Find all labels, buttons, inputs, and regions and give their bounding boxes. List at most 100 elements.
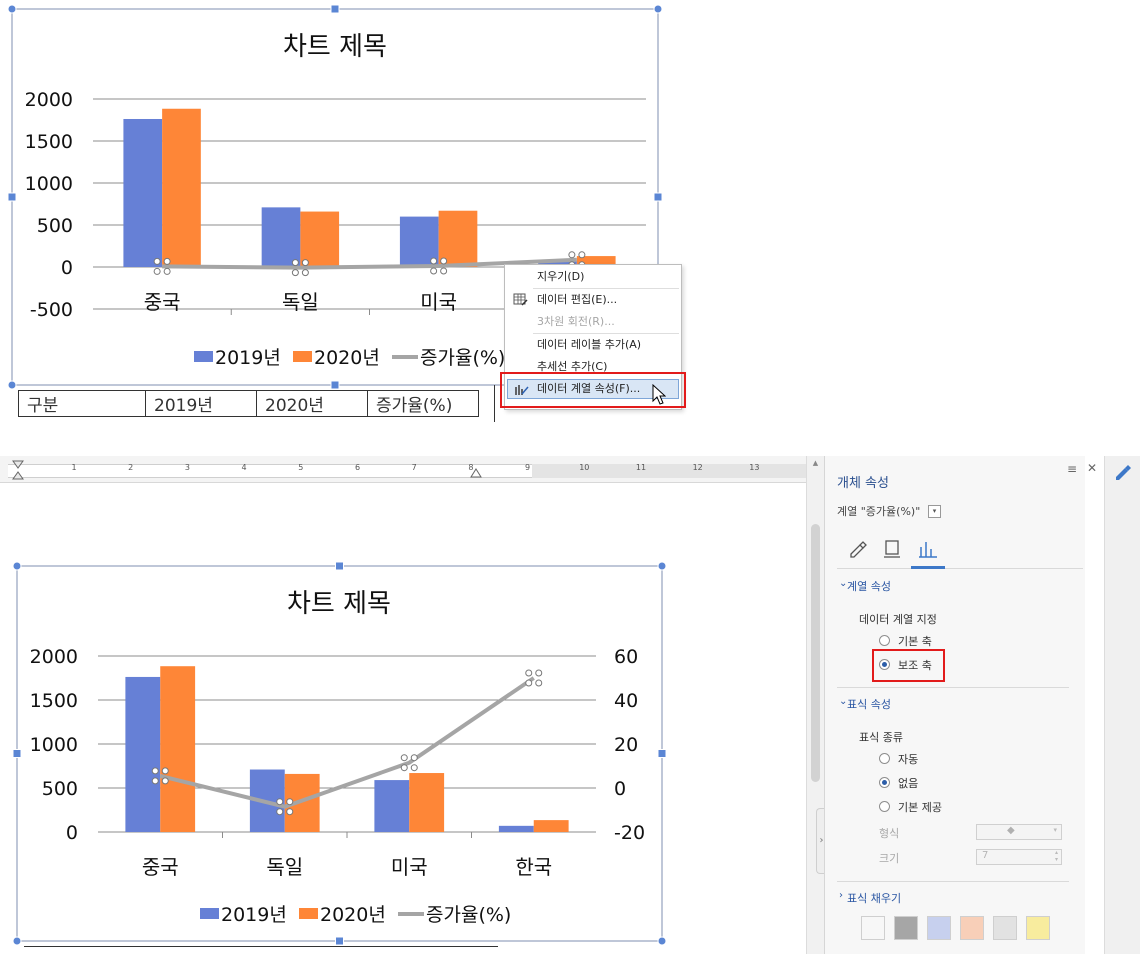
resize-handle[interactable] bbox=[657, 561, 667, 571]
radio-primary-axis-label[interactable]: 기본 축 bbox=[898, 633, 932, 649]
radio-marker-builtin[interactable] bbox=[879, 801, 890, 812]
resize-handle[interactable] bbox=[12, 749, 22, 758]
scrollbar-thumb[interactable] bbox=[811, 524, 820, 782]
effects-tab-icon[interactable] bbox=[881, 538, 903, 560]
resize-handle[interactable] bbox=[657, 749, 667, 758]
series-axis-label: 데이터 계열 지정 bbox=[859, 613, 937, 626]
fill-line-tab-icon[interactable] bbox=[847, 538, 869, 560]
menu-item-add-data-label[interactable]: 데이터 레이블 추가(A) bbox=[505, 335, 681, 355]
ruler-number: 5 bbox=[298, 463, 304, 472]
radio-marker-builtin-label[interactable]: 기본 제공 bbox=[898, 799, 942, 815]
secondary-y-axis-tick-label: 40 bbox=[614, 690, 638, 712]
x-axis-category-label: 중국 bbox=[144, 290, 181, 314]
point-selection-marker bbox=[286, 808, 294, 816]
series-options-tab-icon[interactable] bbox=[917, 538, 939, 560]
vertical-scrollbar[interactable]: ▲ bbox=[806, 456, 824, 954]
chart-title[interactable]: 차트 제목 bbox=[283, 32, 387, 62]
bar-2019년[interactable] bbox=[125, 676, 161, 832]
y-axis-tick-label: -500 bbox=[30, 299, 73, 321]
bar-2020년[interactable] bbox=[300, 211, 340, 267]
data-table[interactable]: 구분 2019년 2020년 증가율(%) bbox=[18, 390, 479, 417]
series-dropdown-button[interactable]: ▾ bbox=[928, 505, 941, 518]
object-properties-icon[interactable] bbox=[1113, 462, 1133, 482]
close-icon[interactable]: ✕ bbox=[1087, 461, 1097, 475]
marker-fill-swatch[interactable] bbox=[1026, 916, 1050, 940]
point-selection-marker bbox=[410, 754, 418, 762]
table-header-cell[interactable]: 구분 bbox=[18, 390, 146, 417]
line-series-증가율(%)[interactable] bbox=[159, 676, 535, 809]
resize-handle[interactable] bbox=[7, 192, 17, 202]
y-axis-tick-label: 1500 bbox=[25, 131, 73, 153]
menu-item-delete[interactable]: 지우기(D) bbox=[505, 267, 681, 287]
marker-shape-select[interactable]: ◆ ▾ bbox=[976, 824, 1062, 840]
panel-menu-icon[interactable]: ≡ bbox=[1067, 462, 1077, 476]
menu-item-edit-data[interactable]: 데이터 편집(E)... bbox=[505, 290, 681, 310]
bottom-chart-area[interactable]: 차트 제목 2000 1500 1000 500 0 60 40 20 0 -20 중국 독일 미국… bbox=[0, 482, 806, 954]
y-axis-tick-label: 1000 bbox=[30, 734, 78, 756]
resize-handle[interactable] bbox=[12, 561, 22, 571]
table-header-cell[interactable]: 2020년 bbox=[256, 390, 368, 417]
scroll-up-button[interactable]: ▲ bbox=[807, 458, 824, 468]
marker-fill-swatch[interactable] bbox=[894, 916, 918, 940]
bar-2019년[interactable] bbox=[498, 825, 534, 832]
resize-handle[interactable] bbox=[7, 4, 17, 14]
bar-2020년[interactable] bbox=[160, 666, 196, 832]
bottom-chart[interactable]: 차트 제목 2000 1500 1000 500 0 60 40 20 0 -20 중국 독일 미국… bbox=[0, 482, 806, 954]
ruler-indent-marker-icon[interactable] bbox=[12, 460, 24, 480]
radio-marker-none-label[interactable]: 없음 bbox=[898, 775, 918, 791]
stepper-arrows-icon[interactable]: ▴ ▾ bbox=[1055, 849, 1058, 863]
section-series-options[interactable]: ⌄ 계열 속성 bbox=[839, 578, 891, 594]
radio-primary-axis[interactable] bbox=[879, 635, 890, 646]
bar-2020년[interactable] bbox=[409, 773, 445, 832]
ruler-number: 9 bbox=[525, 463, 531, 472]
legend-label: 증가율(%) bbox=[426, 904, 511, 926]
point-selection-marker bbox=[151, 767, 159, 775]
screenshot-divider bbox=[0, 436, 1140, 456]
secondary-y-axis-tick-label: -20 bbox=[614, 822, 645, 844]
object-properties-panel[interactable]: 개체 속성 ≡ ✕ 계열 "증가율(%)" ▾ ⌄ 계열 속성 데이터 계열 지… bbox=[824, 456, 1097, 954]
ruler-tab-marker-icon[interactable] bbox=[470, 468, 482, 478]
resize-handle[interactable] bbox=[653, 4, 663, 14]
marker-fill-swatch[interactable] bbox=[993, 916, 1017, 940]
section-marker-fill[interactable]: › 표식 채우기 bbox=[839, 890, 901, 906]
resize-handle[interactable] bbox=[12, 936, 22, 946]
radio-marker-auto-label[interactable]: 자동 bbox=[898, 751, 918, 767]
marker-size-stepper[interactable]: 7 ▴ ▾ bbox=[976, 849, 1062, 865]
bar-2019년[interactable] bbox=[374, 780, 410, 832]
point-selection-marker bbox=[161, 777, 169, 785]
radio-marker-none[interactable] bbox=[879, 777, 890, 788]
y-axis-tick-label: 500 bbox=[42, 778, 78, 800]
x-axis-category-label: 중국 bbox=[142, 855, 179, 879]
legend-swatch bbox=[194, 351, 213, 362]
legend-label: 증가율(%) bbox=[420, 347, 505, 369]
legend-label: 2020년 bbox=[320, 904, 386, 926]
horizontal-ruler[interactable]: 1 2 3 4 5 6 7 8 9 10 11 12 13 bbox=[0, 456, 806, 483]
resize-handle[interactable] bbox=[330, 380, 340, 390]
resize-handle[interactable] bbox=[7, 380, 17, 390]
bar-2020년[interactable] bbox=[533, 820, 569, 832]
table-header-cell[interactable]: 2019년 bbox=[145, 390, 257, 417]
resize-handle[interactable] bbox=[335, 936, 344, 946]
marker-type-label: 표식 종류 bbox=[859, 731, 903, 744]
resize-handle[interactable] bbox=[657, 936, 667, 946]
x-axis-category-label: 미국 bbox=[420, 290, 457, 314]
series-name: 계열 "증가율(%)" bbox=[837, 505, 921, 518]
table-header-cell[interactable]: 증가율(%) bbox=[367, 390, 479, 417]
bar-2020년[interactable] bbox=[162, 108, 201, 267]
bar-2019년[interactable] bbox=[123, 118, 163, 267]
bar-2019년[interactable] bbox=[261, 207, 301, 267]
marker-fill-swatch[interactable] bbox=[960, 916, 984, 940]
resize-handle[interactable] bbox=[330, 4, 340, 14]
legend-swatch bbox=[293, 351, 312, 362]
ruler-number: 2 bbox=[128, 463, 134, 472]
point-selection-marker bbox=[151, 777, 159, 785]
section-marker-options[interactable]: ⌄ 표식 속성 bbox=[839, 696, 891, 712]
radio-marker-auto[interactable] bbox=[879, 753, 890, 764]
menu-item-3d-rotate[interactable]: 3차원 회전(R)... bbox=[505, 312, 681, 332]
resize-handle[interactable] bbox=[653, 192, 663, 202]
resize-handle[interactable] bbox=[335, 561, 344, 571]
marker-fill-swatch[interactable] bbox=[927, 916, 951, 940]
marker-fill-swatch[interactable] bbox=[861, 916, 885, 940]
chart-title[interactable]: 차트 제목 bbox=[287, 589, 391, 619]
point-selection-marker bbox=[301, 259, 309, 267]
